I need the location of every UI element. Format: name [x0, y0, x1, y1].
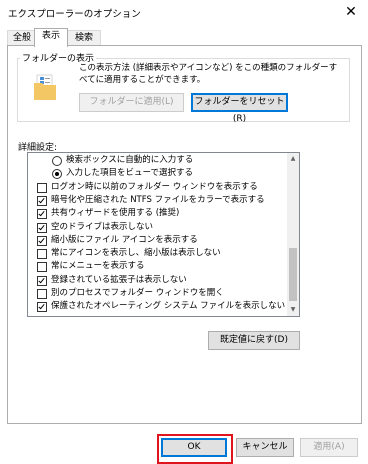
list-item-label: 暗号化や圧縮された NTFS ファイルをカラーで表示する: [51, 194, 265, 205]
scroll-down-icon[interactable]: ▼: [287, 304, 299, 316]
radio-button[interactable]: [52, 169, 62, 180]
scrollbar[interactable]: ▲ ▼: [287, 153, 299, 316]
checkbox[interactable]: [37, 195, 47, 206]
restore-defaults-button[interactable]: 既定値に戻す(D): [208, 331, 300, 350]
list-item-label: ログオン時に以前のフォルダー ウィンドウを表示する: [51, 181, 258, 192]
list-item-label: 空のドライブは表示しない: [51, 221, 154, 232]
scrollbar-thumb[interactable]: [289, 248, 297, 301]
cancel-button[interactable]: キャンセル: [236, 438, 294, 457]
checkbox[interactable]: [37, 289, 47, 299]
title-bar: エクスプローラーのオプション ✕: [0, 0, 368, 24]
radio-button[interactable]: [52, 156, 62, 166]
window-title: エクスプローラーのオプション: [8, 9, 141, 20]
checkbox[interactable]: [37, 182, 47, 193]
scroll-up-icon[interactable]: ▲: [287, 153, 299, 165]
tab-view[interactable]: 表示: [34, 28, 68, 47]
tab-search[interactable]: 検索: [67, 30, 101, 46]
list-item-label: 常にアイコンを表示し、縮小版は表示しない: [51, 248, 221, 259]
list-item-label: 縮小版にファイル アイコンを表示する: [51, 234, 198, 245]
checkbox[interactable]: [37, 209, 47, 220]
ok-button[interactable]: OK: [161, 438, 227, 457]
list-item-label: 保護されたオペレーティング システム ファイルを表示しない (推奨): [51, 301, 300, 312]
apply-to-folders-button[interactable]: フォルダーに適用(L): [79, 93, 184, 112]
apply-button[interactable]: 適用(A): [300, 438, 358, 457]
list-item-label: 検索ボックスに自動的に入力する: [66, 155, 194, 165]
folder-view-description: この表示方法 (詳細表示やアイコンなど) をこの種類のフォルダーすべてに適用する…: [79, 63, 338, 85]
advanced-settings-list[interactable]: 検索ボックスに自動的に入力する 入力した項目をビューで選択するログオン時に以前のフ…: [27, 152, 300, 317]
reset-folders-button[interactable]: フォルダーをリセット(R): [191, 93, 288, 124]
list-item-label: 登録されている拡張子は表示しない: [51, 274, 187, 285]
checkbox[interactable]: [37, 275, 47, 286]
tab-general[interactable]: 全般: [7, 30, 37, 46]
folder-icon: [34, 74, 56, 100]
list-item-label: 別のプロセスでフォルダー ウィンドウを開く: [51, 288, 224, 298]
checkbox[interactable]: [37, 249, 47, 260]
list-item-label: 常にメニューを表示する: [51, 261, 145, 272]
checkbox[interactable]: [37, 235, 47, 246]
checkbox[interactable]: [37, 222, 47, 233]
checkbox[interactable]: [37, 262, 47, 273]
close-icon[interactable]: ✕: [342, 3, 360, 21]
list-item-label: 入力した項目をビューで選択する: [66, 168, 193, 179]
checkbox[interactable]: [37, 302, 47, 313]
list-item-label: 共有ウィザードを使用する (推奨): [51, 208, 180, 219]
